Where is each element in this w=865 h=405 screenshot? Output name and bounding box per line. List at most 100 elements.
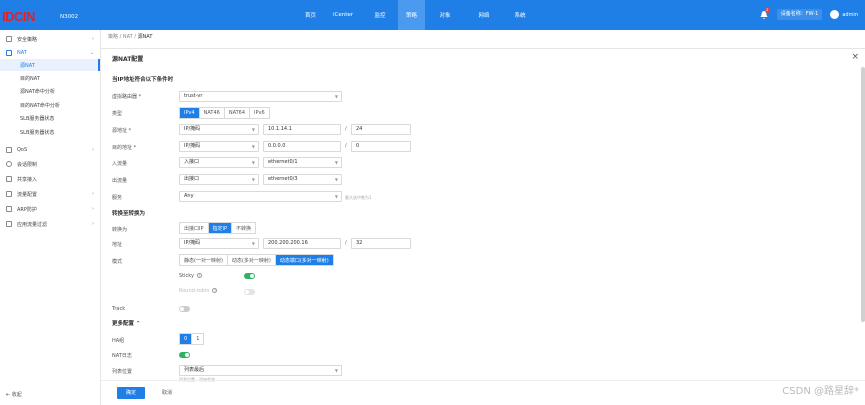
sidebar-item-security-policy[interactable]: 安全策略 › <box>0 33 100 45</box>
translate-to-label: 转换为 <box>112 227 128 233</box>
sticky-text: Sticky <box>179 273 194 279</box>
chevron-down-icon: ⌄ <box>89 50 94 56</box>
mode-dynamic[interactable]: 动态(多对一映射) <box>227 255 276 265</box>
address-mask-input[interactable]: 32 <box>351 238 411 249</box>
in-traffic-label: 入流量 <box>112 161 128 167</box>
chevron-down-icon: ▼ <box>334 177 338 182</box>
cancel-button[interactable]: 取消 <box>157 387 177 399</box>
track-toggle[interactable] <box>179 306 190 312</box>
in-interface-select[interactable]: ethernet0/1 ▼ <box>263 157 342 168</box>
sidebar-item-shared-access[interactable]: 共享接入 <box>0 173 100 185</box>
nav-icenter[interactable]: iCenter <box>324 0 362 30</box>
type-nat64[interactable]: NAT64 <box>224 108 251 118</box>
nav-network[interactable]: 网络 <box>465 0 503 30</box>
nav-policy[interactable]: 策略 <box>398 0 425 30</box>
ha-group-1[interactable]: 1 <box>192 334 204 344</box>
ha-group-0[interactable]: 0 <box>180 334 193 344</box>
brand-logo: IDCIN <box>2 9 35 24</box>
traffic-icon <box>6 191 12 197</box>
service-label: 服务 <box>112 195 123 201</box>
dst-kind-select[interactable]: IP/掩码 ▼ <box>179 141 259 152</box>
address-ip-input[interactable]: 200.200.200.16 <box>263 238 341 249</box>
position-select[interactable]: 列表最后 ▼ <box>179 365 342 376</box>
chevron-down-icon: ▼ <box>251 144 255 149</box>
address-slash: / <box>345 240 347 246</box>
nav-system[interactable]: 系统 <box>503 0 537 30</box>
vrouter-select[interactable]: trust-vr ▼ <box>179 91 342 102</box>
translate-segmented: 出接口IP 指定IP 不转换 <box>179 222 257 234</box>
mode-dynamic-port[interactable]: 动态端口(多对一映射) <box>275 255 333 265</box>
sidebar-item-dnat[interactable]: 目的NAT <box>0 72 100 84</box>
breadcrumb: 策略 / NAT / 源NAT <box>108 33 152 40</box>
chevron-down-icon: ▼ <box>334 368 338 373</box>
address-kind-select[interactable]: IP/掩码 ▼ <box>179 238 259 249</box>
type-nat46[interactable]: NAT46 <box>199 108 225 118</box>
collapse-label: 收起 <box>11 392 22 398</box>
translate-egress-ip[interactable]: 出接口IP <box>180 223 209 233</box>
nav-monitor[interactable]: 监控 <box>362 0 398 30</box>
out-kind-select[interactable]: 出接口 ▼ <box>179 174 259 185</box>
collapse-sidebar-button[interactable]: ⇤ 收起 <box>6 391 22 398</box>
sidebar-item-slb-status-2[interactable]: SLB服务器状态 <box>0 126 100 138</box>
sticky-toggle[interactable] <box>244 273 255 279</box>
sidebar-item-qos[interactable]: QoS › <box>0 144 100 156</box>
src-label: 源地址 * <box>112 128 132 134</box>
out-interface-select[interactable]: ethernet0/3 ▼ <box>263 174 342 185</box>
nat-log-toggle[interactable] <box>179 352 190 358</box>
sidebar-item-app-filter[interactable]: 应用流量过滤 › <box>0 218 100 230</box>
sidebar-item-label: 安全策略 <box>17 36 38 43</box>
sidebar-item-snat-hit[interactable]: 源NAT命中分析 <box>0 85 100 97</box>
sidebar-item-label: QoS <box>17 147 28 153</box>
sidebar-item-traffic-config[interactable]: 流量配置 › <box>0 188 100 200</box>
sidebar-item-dnat-hit[interactable]: 目的NAT命中分析 <box>0 99 100 111</box>
translate-none[interactable]: 不转换 <box>232 223 256 233</box>
src-mask-input[interactable]: 24 <box>351 124 411 135</box>
sidebar-item-arp-protect[interactable]: ARP防护 › <box>0 203 100 215</box>
nat-icon <box>6 50 12 56</box>
user-menu[interactable]: admin <box>830 10 858 19</box>
footer-divider <box>101 380 865 381</box>
scrollbar[interactable] <box>861 67 865 322</box>
src-kind-select[interactable]: IP/掩码 ▼ <box>179 124 259 135</box>
service-select[interactable]: Any ▼ <box>179 191 342 202</box>
device-name-badge[interactable]: 设备名称：FW-1 <box>776 9 823 20</box>
section-translate: 转换至转换为 <box>112 211 146 217</box>
ha-label: HA组 <box>112 338 125 344</box>
translate-specified-ip[interactable]: 指定IP <box>208 223 232 233</box>
bell-icon[interactable]: 2 <box>759 7 770 20</box>
chevron-down-icon: ▼ <box>251 177 255 182</box>
sidebar-item-session-limit[interactable]: 会话限制 <box>0 158 100 170</box>
address-kind-value: IP/掩码 <box>184 240 201 246</box>
roundrobin-text: Round-robin <box>179 288 210 294</box>
confirm-button[interactable]: 确定 <box>117 387 145 399</box>
roundrobin-label: Round-robin? <box>179 288 218 294</box>
chevron-right-icon: › <box>92 36 94 42</box>
chevron-right-icon: › <box>92 206 94 212</box>
more-config-toggle[interactable]: 更多配置 ⌃ <box>112 319 141 327</box>
section-match: 当IP地址符合以下条件时 <box>112 77 174 83</box>
close-icon[interactable]: × <box>851 52 859 62</box>
nav-object[interactable]: 对象 <box>425 0 465 30</box>
mode-static[interactable]: 静态(一对一映射) <box>180 255 228 265</box>
dst-mask-input[interactable]: 0 <box>351 141 411 152</box>
sidebar-item-label: NAT <box>17 50 27 56</box>
dst-ip-input[interactable]: 0.0.0.0 <box>263 141 341 152</box>
sidebar-item-snat[interactable]: 源NAT <box>0 59 100 71</box>
type-ipv4[interactable]: IPv4 <box>180 108 200 118</box>
chevron-right-icon: › <box>92 191 94 197</box>
top-bar: IDCIN N3002 首页 iCenter 监控 策略 对象 网络 系统 2 … <box>0 0 865 30</box>
service-value: Any <box>184 193 194 199</box>
help-icon[interactable]: ? <box>212 288 218 293</box>
src-ip-input[interactable]: 10.1.14.1 <box>263 124 341 135</box>
type-ipv6[interactable]: IPv6 <box>250 108 269 118</box>
in-kind-select[interactable]: 入接口 ▼ <box>179 157 259 168</box>
in-kind-value: 入接口 <box>184 159 200 165</box>
help-icon[interactable]: ? <box>196 273 202 278</box>
roundrobin-toggle[interactable] <box>244 289 255 295</box>
address-label: 地址 <box>112 242 123 248</box>
avatar <box>830 10 840 19</box>
sidebar-item-label: ARP防护 <box>17 206 37 213</box>
sidebar-item-slb-status-1[interactable]: SLB服务器状态 <box>0 112 100 124</box>
nav-home[interactable]: 首页 <box>297 0 324 30</box>
sidebar-item-nat[interactable]: NAT ⌄ <box>0 47 100 59</box>
